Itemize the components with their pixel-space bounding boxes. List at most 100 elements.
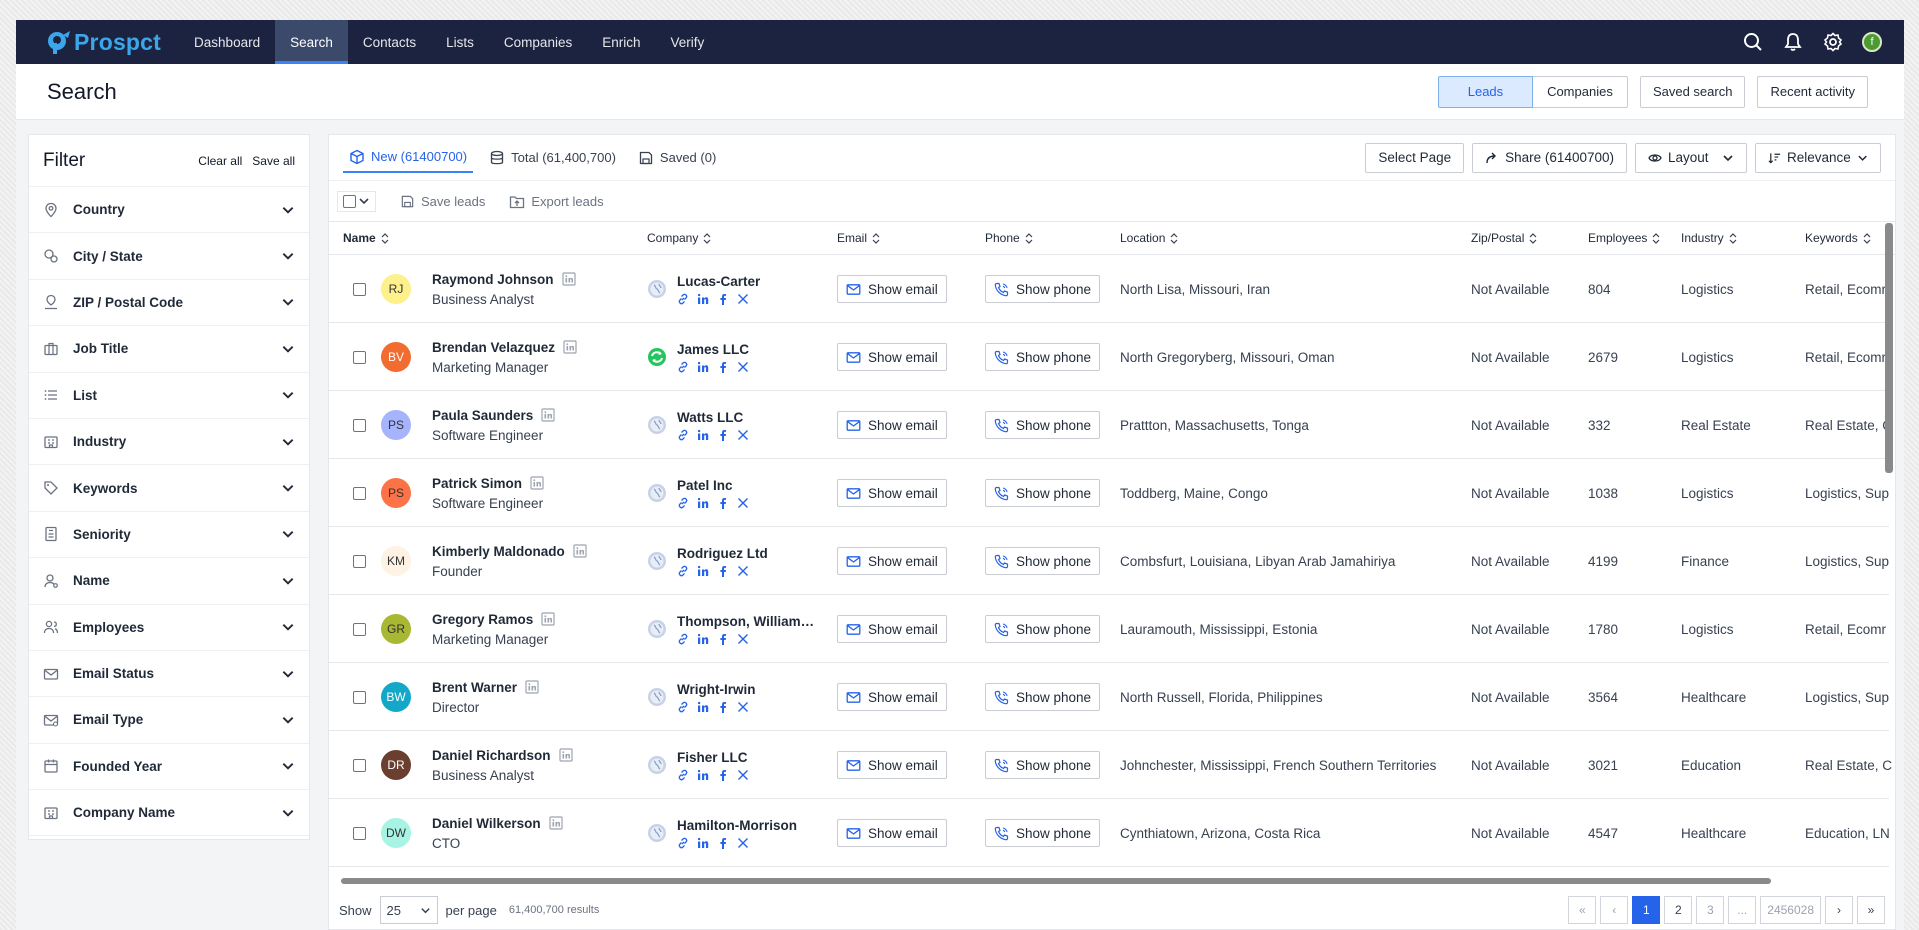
select-all-checkbox[interactable] — [343, 194, 356, 208]
saved-search-button[interactable]: Saved search — [1639, 75, 1746, 108]
person-name[interactable]: Brent Warner — [432, 680, 517, 695]
linkedin-icon[interactable] — [697, 497, 709, 509]
link-icon[interactable] — [677, 429, 689, 441]
column-header-employees[interactable]: Employees — [1588, 231, 1660, 245]
link-icon[interactable] — [677, 633, 689, 645]
filter-item-email-status[interactable]: Email Status — [29, 651, 309, 698]
companies-toggle-button[interactable]: Companies — [1532, 75, 1628, 108]
logo[interactable]: Prospct — [46, 29, 161, 56]
row-checkbox[interactable] — [353, 622, 366, 636]
table-row[interactable]: KM Kimberly Maldonado Founder Rodriguez Ltd… — [329, 527, 1889, 595]
show-email-button[interactable]: Show email — [837, 411, 947, 439]
facebook-icon[interactable] — [717, 837, 729, 849]
facebook-icon[interactable] — [717, 293, 729, 305]
linkedin-icon[interactable] — [697, 361, 709, 373]
company-name[interactable]: Thompson, Williams ... — [677, 614, 819, 629]
share-button[interactable]: Share (61400700) — [1472, 142, 1627, 173]
linkedin-icon[interactable] — [561, 272, 576, 286]
company-name[interactable]: Wright-Irwin — [677, 682, 756, 697]
filter-item-country[interactable]: Country — [29, 187, 309, 234]
column-header-phone[interactable]: Phone — [985, 231, 1033, 245]
filter-item-name[interactable]: Name — [29, 558, 309, 605]
linkedin-icon[interactable] — [573, 544, 587, 558]
row-checkbox[interactable] — [353, 554, 366, 568]
show-email-button[interactable]: Show email — [837, 479, 947, 507]
per-page-select[interactable]: 25 — [379, 896, 438, 924]
page-button[interactable]: 1 — [1632, 896, 1661, 924]
export-leads-button[interactable]: Export leads — [509, 194, 604, 209]
x-twitter-icon[interactable] — [737, 293, 749, 305]
show-email-button[interactable]: Show email — [837, 819, 947, 847]
table-row[interactable]: PS Paula Saunders Software Engineer Watts L… — [329, 391, 1892, 459]
row-checkbox[interactable] — [353, 350, 366, 364]
link-icon[interactable] — [677, 293, 689, 305]
filter-item-keywords[interactable]: Keywords — [29, 465, 309, 512]
filter-item-list[interactable]: List — [29, 373, 309, 419]
facebook-icon[interactable] — [717, 633, 729, 645]
column-header-keywords[interactable]: Keywords — [1805, 231, 1871, 245]
linkedin-icon[interactable] — [697, 429, 709, 441]
show-email-button[interactable]: Show email — [837, 683, 947, 711]
gear-icon[interactable] — [1822, 31, 1844, 53]
tab-total[interactable]: Total (61,400,700) — [483, 143, 622, 173]
page-button[interactable]: ... — [1728, 896, 1757, 924]
select-all-dropdown[interactable] — [337, 190, 376, 212]
nav-item-enrich[interactable]: Enrich — [587, 20, 655, 64]
person-name[interactable]: Daniel Richardson — [432, 748, 551, 763]
page-button[interactable]: 2456028 — [1760, 896, 1821, 924]
table-row[interactable]: RJ Raymond Johnson Business Analyst Lucas-C… — [329, 255, 1889, 323]
person-name[interactable]: Raymond Johnson — [432, 272, 554, 287]
save-leads-button[interactable]: Save leads — [400, 194, 485, 209]
nav-item-lists[interactable]: Lists — [431, 20, 489, 64]
linkedin-icon[interactable] — [549, 816, 563, 830]
column-header-zip[interactable]: Zip/Postal — [1471, 231, 1537, 245]
vertical-scrollbar[interactable] — [1885, 223, 1893, 473]
column-header-company[interactable]: Company — [647, 231, 711, 245]
page-button[interactable]: « — [1568, 896, 1597, 924]
nav-item-dashboard[interactable]: Dashboard — [179, 20, 275, 64]
page-button[interactable]: 3 — [1696, 896, 1725, 924]
filter-item-email-type[interactable]: Email Type — [29, 697, 309, 744]
table-row[interactable]: BV Brendan Velazquez Marketing Manager Jame… — [329, 323, 1889, 391]
horizontal-scrollbar[interactable] — [335, 877, 1881, 885]
filter-item-seniority[interactable]: Seniority — [29, 512, 309, 559]
nav-item-verify[interactable]: Verify — [655, 20, 719, 64]
facebook-icon[interactable] — [717, 701, 729, 713]
linkedin-icon[interactable] — [697, 565, 709, 577]
column-header-name[interactable]: Name — [343, 231, 389, 245]
company-name[interactable]: Lucas-Carter — [677, 274, 760, 289]
relevance-dropdown[interactable]: Relevance — [1755, 142, 1881, 173]
show-email-button[interactable]: Show email — [837, 275, 947, 303]
show-phone-button[interactable]: Show phone — [985, 683, 1101, 711]
scrollbar-thumb[interactable] — [341, 878, 1771, 884]
filter-item-city-state[interactable]: City / State — [29, 233, 309, 280]
table-row[interactable]: GR Gregory Ramos Marketing Manager Thompson… — [329, 595, 1889, 663]
save-all-link[interactable]: Save all — [252, 154, 295, 168]
linkedin-icon[interactable] — [697, 293, 709, 305]
linkedin-icon[interactable] — [558, 748, 573, 762]
filter-item-founded-year[interactable]: Founded Year — [29, 744, 309, 791]
person-name[interactable]: Brendan Velazquez — [432, 340, 555, 355]
link-icon[interactable] — [677, 361, 689, 373]
company-name[interactable]: Hamilton-Morrison — [677, 818, 797, 833]
linkedin-icon[interactable] — [525, 680, 539, 694]
company-name[interactable]: Fisher LLC — [677, 750, 749, 765]
link-icon[interactable] — [677, 837, 689, 849]
company-name[interactable]: James LLC — [677, 342, 749, 357]
show-phone-button[interactable]: Show phone — [985, 819, 1101, 847]
linkedin-icon[interactable] — [697, 633, 709, 645]
row-checkbox[interactable] — [353, 758, 366, 772]
layout-dropdown[interactable]: Layout — [1635, 142, 1747, 173]
row-checkbox[interactable] — [353, 690, 366, 704]
link-icon[interactable] — [677, 701, 689, 713]
company-name[interactable]: Rodriguez Ltd — [677, 546, 768, 561]
tab-saved[interactable]: Saved (0) — [632, 143, 722, 173]
table-row[interactable]: DW Daniel Wilkerson CTO Hamilton-Morrison Sh… — [329, 799, 1890, 867]
x-twitter-icon[interactable] — [737, 429, 749, 441]
user-avatar[interactable]: f — [1862, 32, 1882, 52]
x-twitter-icon[interactable] — [737, 837, 749, 849]
show-email-button[interactable]: Show email — [837, 547, 947, 575]
linkedin-icon[interactable] — [541, 612, 555, 626]
show-email-button[interactable]: Show email — [837, 615, 947, 643]
show-email-button[interactable]: Show email — [837, 751, 947, 779]
